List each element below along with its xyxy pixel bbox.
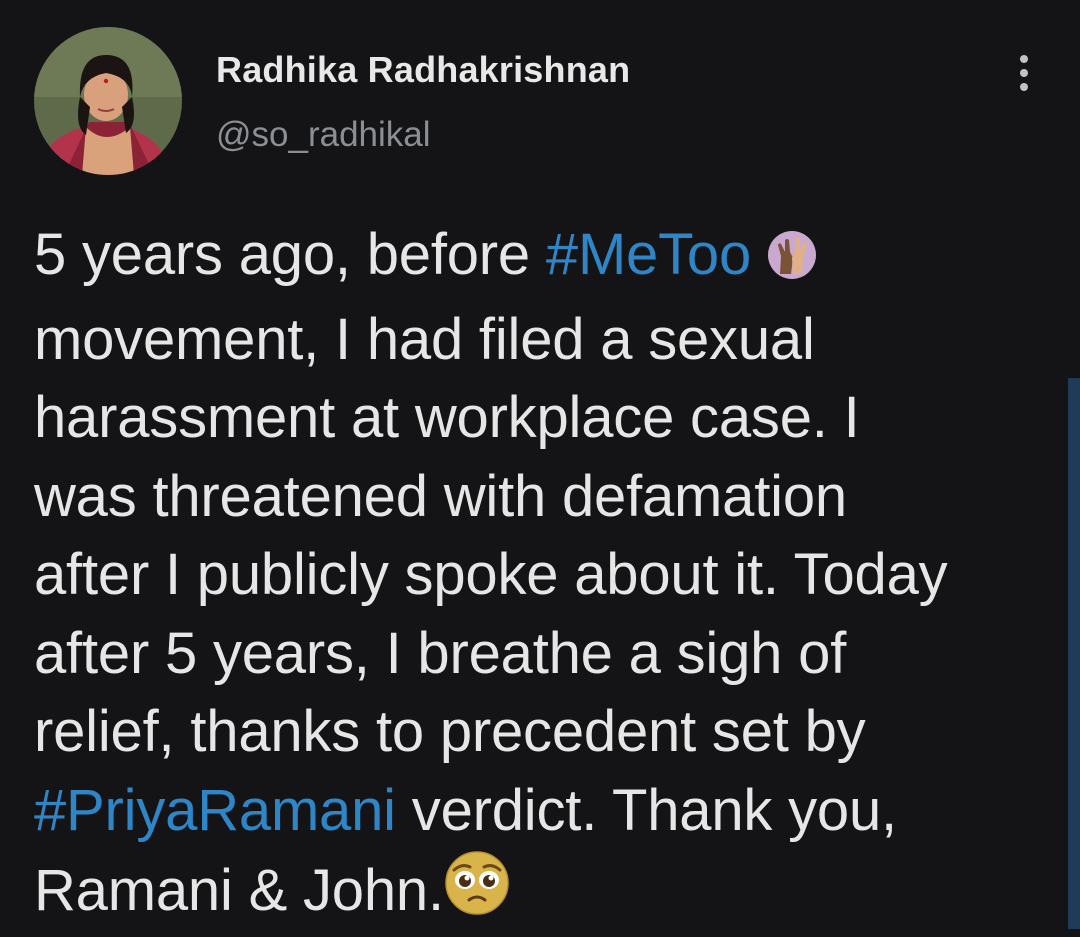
- tweet-text-segment: Ramani & John.: [34, 858, 444, 923]
- raised-hands-emoji: [767, 222, 817, 301]
- tweet-line-6: after 5 years, I breathe a sigh of: [34, 620, 847, 686]
- tweet-line-7: relief, thanks to precedent set by: [34, 699, 866, 764]
- tweet-line-2: movement, I had filed a sexual: [34, 306, 815, 372]
- hashtag-metoo[interactable]: #MeToo: [546, 222, 751, 287]
- tweet-line-9: Ramani & John.: [34, 850, 1054, 937]
- tweet-line-4: was threatened with defamation: [34, 463, 847, 529]
- author-display-name[interactable]: Radhika Radhakrishnan: [216, 49, 630, 91]
- scroll-indicator[interactable]: [1068, 378, 1080, 929]
- author-handle[interactable]: @so_radhikal: [216, 115, 630, 155]
- more-vertical-icon-dot: [1020, 69, 1028, 77]
- tweet-line-5: after I publicly spoke about it. Today: [34, 542, 948, 607]
- tweet-text-segment: 5 years ago, before: [34, 222, 546, 287]
- tweet-header: Radhika Radhakrishnan @so_radhikal: [34, 27, 1044, 177]
- hashtag-priyaramani[interactable]: #PriyaRamani: [34, 778, 396, 843]
- tweet-card: Radhika Radhakrishnan @so_radhikal 5 yea…: [0, 0, 1080, 929]
- pleading-face-emoji: [444, 850, 510, 937]
- tweet-line-8: #PriyaRamani verdict. Thank you,: [34, 772, 1054, 851]
- more-vertical-icon: [1020, 55, 1028, 63]
- tweet-body: 5 years ago, before #MeToo movement, I h…: [34, 216, 1054, 937]
- tweet-line-1: 5 years ago, before #MeToo: [34, 216, 1054, 301]
- author-names: Radhika Radhakrishnan @so_radhikal: [216, 49, 630, 155]
- more-vertical-icon-dot: [1020, 83, 1028, 91]
- tweet-text-segment: verdict. Thank you,: [395, 777, 897, 843]
- more-options-button[interactable]: [1004, 51, 1044, 95]
- avatar[interactable]: [34, 27, 182, 175]
- tweet-line-3: harassment at workplace case. I: [34, 385, 860, 450]
